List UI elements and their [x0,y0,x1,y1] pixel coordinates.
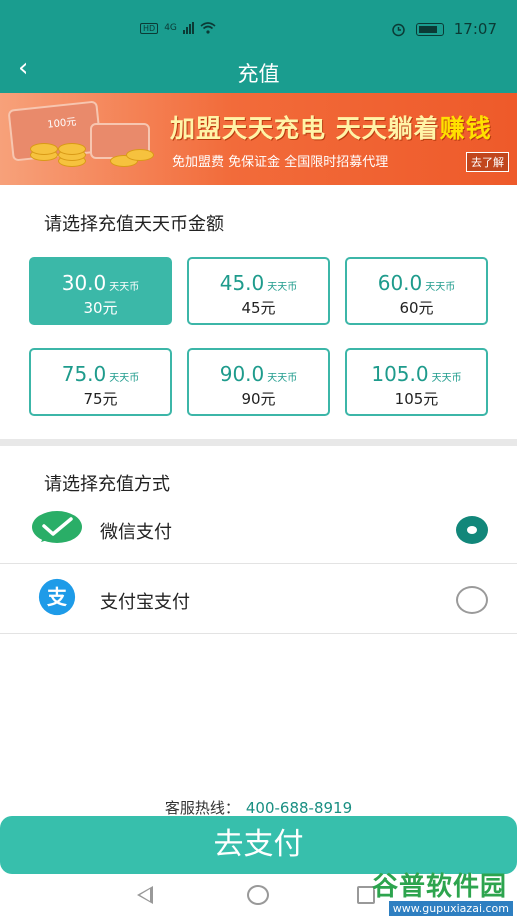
coin-amount: 75.0 [61,362,107,386]
watermark-url: www.gupuxiazai.com [388,901,513,916]
battery-icon [415,22,444,36]
clock: 17:07 [453,20,497,38]
payment-label: 支付宝支付 [100,592,190,613]
hotline-phone[interactable]: 400-688-8919 [246,799,352,817]
amount-option[interactable]: 30.0 天天币 30元 [29,257,172,325]
coin-icon [126,149,154,161]
row-divider [0,563,517,564]
coin-icon [58,143,86,155]
payment-option-alipay[interactable]: 支 支付宝支付 [0,566,517,634]
alipay-icon: 支 [38,578,76,616]
banner-headline: 加盟天天充电 天天躺着赚钱 [170,114,492,143]
hotline-label: 客服热线： [164,799,240,817]
watermark-text: 谷普软件园 [371,872,507,902]
payment-option-wechat[interactable]: 微信支付 [0,496,517,564]
coin-amount: 105.0 [371,362,429,386]
payment-label: 微信支付 [100,522,172,543]
nav-home-icon[interactable] [247,885,269,905]
signal-icon [182,22,194,34]
amount-option[interactable]: 60.0 天天币 60元 [345,257,488,325]
page-title: 充值 [237,62,280,86]
app-header: HD 4G 17:07 ‹ 充值 [0,0,517,93]
wifi-icon [200,22,216,34]
learn-more-badge[interactable]: 去了解 [466,152,509,172]
coin-amount: 90.0 [219,362,265,386]
coin-unit: 天天币 [109,282,140,293]
site-watermark: 谷普软件园 www.gupuxiazai.com [356,866,513,916]
nav-back-icon[interactable] [137,886,153,904]
payment-section-title: 请选择充值方式 [44,474,170,495]
price: 30元 [83,299,118,317]
coin-amount: 45.0 [219,271,265,295]
amount-option[interactable]: 105.0 天天币 105元 [345,348,488,416]
radio-wechat[interactable] [456,516,488,544]
price: 75元 [83,390,118,408]
wechat-pay-icon [32,511,82,543]
banner-subtitle: 免加盟费 免保证金 全国限时招募代理 [172,155,389,170]
price: 45元 [241,299,276,317]
coin-unit: 天天币 [109,373,140,384]
hd-indicator: HD [140,22,159,34]
alipay-icon-glyph: 支 [47,585,67,609]
price: 60元 [399,299,434,317]
alarm-icon [392,23,405,36]
coin-unit: 天天币 [267,373,298,384]
amount-option[interactable]: 75.0 天天币 75元 [29,348,172,416]
radio-alipay[interactable] [456,586,488,614]
amount-option[interactable]: 45.0 天天币 45元 [187,257,330,325]
bill-text: 100元 [46,116,77,131]
amount-section-title: 请选择充值天天币金额 [44,214,224,235]
customer-service-hotline: 客服热线： 400-688-8919 [0,797,517,818]
section-divider [0,439,517,446]
coin-unit: 天天币 [431,373,462,384]
coin-icon [30,143,58,155]
price: 105元 [394,390,439,408]
coin-amount: 30.0 [61,271,107,295]
coin-unit: 天天币 [267,282,298,293]
row-divider [0,633,517,634]
price: 90元 [241,390,276,408]
coin-unit: 天天币 [425,282,456,293]
promo-banner[interactable]: 100元 加盟天天充电 天天躺着赚钱 免加盟费 免保证金 全国限时招募代理 去了… [0,93,517,185]
amount-option[interactable]: 90.0 天天币 90元 [187,348,330,416]
network-type: 4G [164,23,177,33]
coin-amount: 60.0 [377,271,423,295]
status-bar: HD 4G 17:07 [0,0,517,42]
